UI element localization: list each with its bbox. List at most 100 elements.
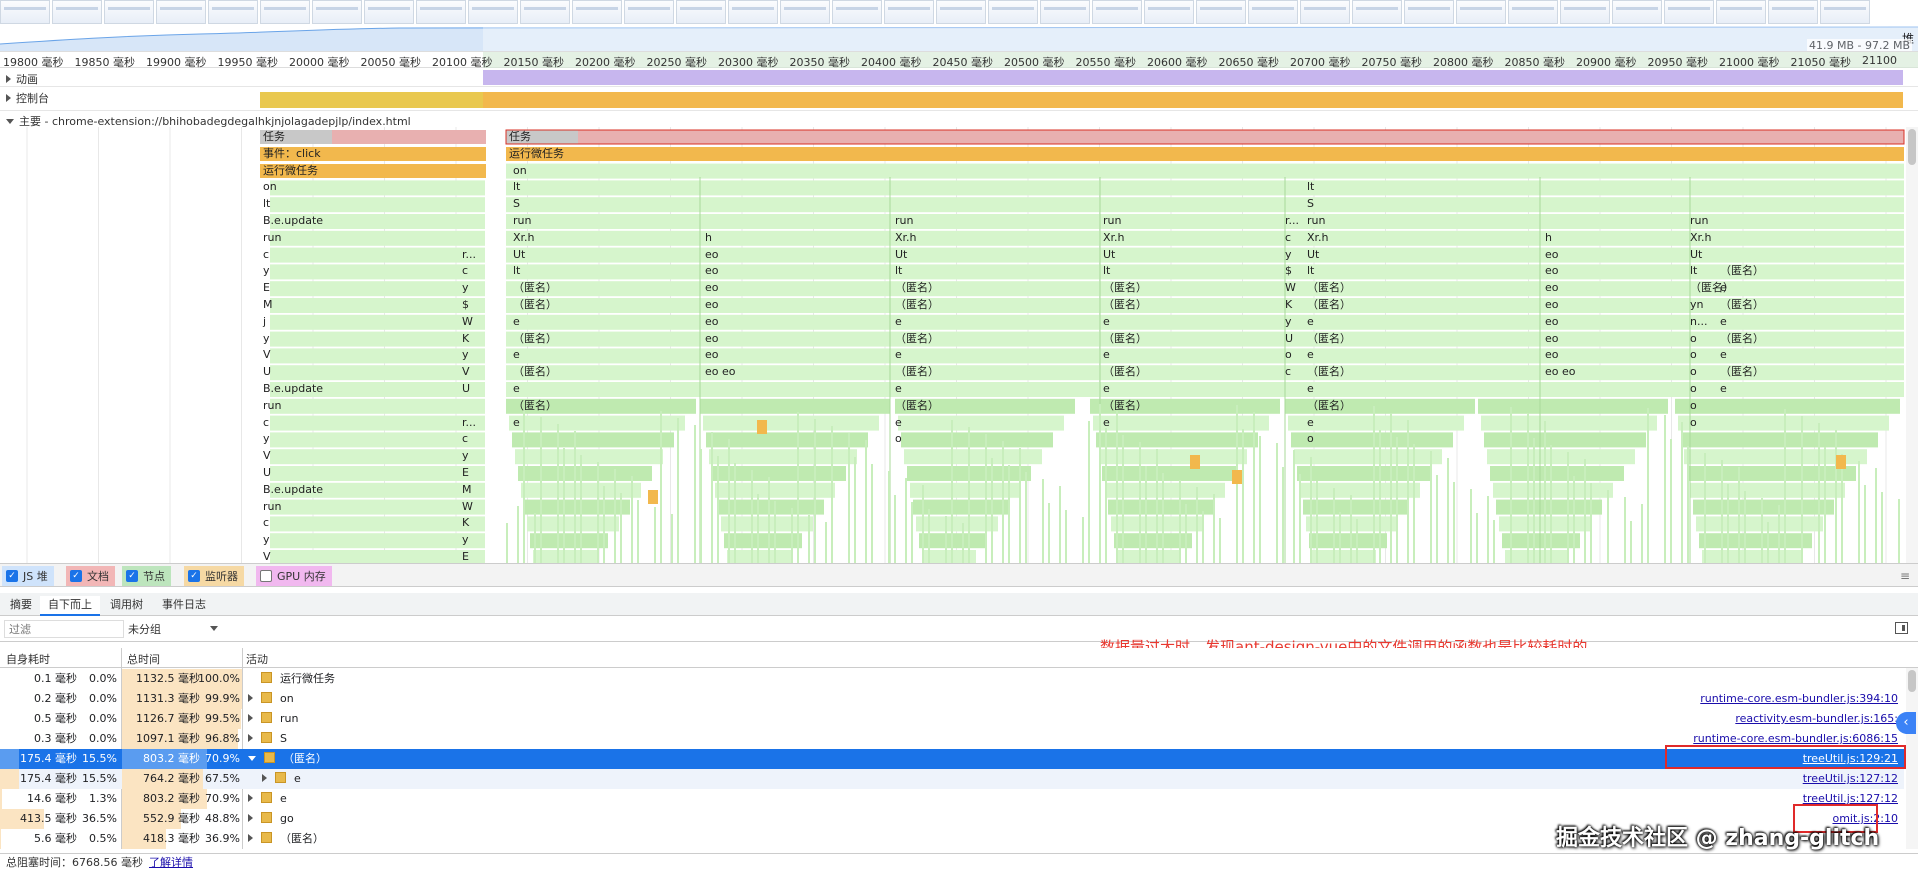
- table-row[interactable]: 14.6 毫秒 1.3% 803.2 毫秒 70.9% e treeUtil.js:127…: [0, 789, 1904, 809]
- expand-triangle-icon[interactable]: [248, 834, 253, 842]
- tab-2[interactable]: 调用树: [102, 596, 151, 616]
- expand-triangle-icon[interactable]: [248, 734, 253, 742]
- checkbox-4[interactable]: GPU 内存: [256, 566, 332, 586]
- screenshot-thumbnail[interactable]: [1196, 0, 1246, 24]
- checkbox-checked-icon[interactable]: ✓: [6, 570, 18, 582]
- flame-frame-label: eo eo: [1545, 365, 1576, 379]
- checkbox-0[interactable]: ✓ JS 堆: [2, 566, 54, 586]
- screenshot-thumbnail[interactable]: [832, 0, 882, 24]
- table-row[interactable]: 175.4 毫秒 15.5% 764.2 毫秒 67.5% e treeUtil.js:1…: [0, 769, 1904, 789]
- screenshot-thumbnail[interactable]: [1820, 0, 1870, 24]
- screenshot-thumbnail[interactable]: [1092, 0, 1142, 24]
- table-row[interactable]: 0.2 毫秒 0.0% 1131.3 毫秒 99.9% on runtime-core.e…: [0, 689, 1904, 709]
- screenshot-thumbnail[interactable]: [1456, 0, 1506, 24]
- sidebar-toggle-icon[interactable]: [1895, 622, 1908, 634]
- screenshot-thumbnail[interactable]: [572, 0, 622, 24]
- screenshot-thumbnail[interactable]: [520, 0, 570, 24]
- screenshot-thumbnail[interactable]: [1612, 0, 1662, 24]
- table-row[interactable]: 0.5 毫秒 0.0% 1126.7 毫秒 99.5% run reactivity.es…: [0, 709, 1904, 729]
- checkbox-checked-icon[interactable]: ✓: [126, 570, 138, 582]
- filter-bar: 未分组: [0, 616, 1918, 642]
- screenshot-thumbnail[interactable]: [468, 0, 518, 24]
- collapse-triangle-icon[interactable]: [248, 756, 256, 761]
- filter-input[interactable]: [4, 620, 124, 638]
- table-row[interactable]: 0.3 毫秒 0.0% 1097.1 毫秒 96.8% Sruntime-core.es…: [0, 729, 1904, 749]
- menu-icon[interactable]: ≡: [1900, 569, 1910, 583]
- header-self-time[interactable]: 自身耗时: [6, 651, 50, 667]
- screenshot-thumbnail[interactable]: [104, 0, 154, 24]
- screenshot-thumbnail[interactable]: [884, 0, 934, 24]
- flame-chart[interactable]: 任务 事件：click 运行微任务 on lt B.e.update run c y E Mj y V U…: [0, 127, 1918, 563]
- screenshot-thumbnail[interactable]: [1768, 0, 1818, 24]
- flame-frame-label: e: [1103, 415, 1110, 429]
- tab-3[interactable]: 事件日志: [154, 596, 214, 616]
- expand-triangle-icon[interactable]: [248, 714, 253, 722]
- screenshot-thumbnail[interactable]: [1300, 0, 1350, 24]
- flame-frame-label: e: [513, 415, 520, 429]
- header-activity[interactable]: 活动: [246, 651, 268, 667]
- total-time-cell: 552.9 毫秒 48.8%: [122, 809, 242, 829]
- checkbox-2[interactable]: ✓ 节点: [122, 566, 171, 586]
- screenshot-thumbnail[interactable]: [1144, 0, 1194, 24]
- screenshot-thumbnail[interactable]: [1040, 0, 1090, 24]
- flame-scrollbar[interactable]: [1906, 127, 1918, 563]
- track-animation[interactable]: 动画: [0, 68, 1918, 87]
- table-scrollbar[interactable]: [1906, 668, 1918, 849]
- checkbox-checked-icon[interactable]: ✓: [70, 570, 82, 582]
- screenshot-thumbnail[interactable]: [416, 0, 466, 24]
- expand-triangle-icon[interactable]: [248, 694, 253, 702]
- source-link[interactable]: runtime-core.esm-bundler.js:394:10: [1700, 689, 1898, 709]
- screenshot-thumbnail[interactable]: [676, 0, 726, 24]
- checkbox-3[interactable]: ✓ 监听器: [184, 566, 244, 586]
- screenshot-filmstrip[interactable]: [0, 0, 1918, 26]
- screenshot-thumbnail[interactable]: [728, 0, 778, 24]
- chevron-left-icon[interactable]: ‹: [1896, 712, 1916, 734]
- source-link[interactable]: reactivity.esm-bundler.js:165:: [1735, 709, 1898, 729]
- track-main[interactable]: 主要 - chrome-extension://bhihobadegdegalh…: [0, 111, 1918, 128]
- memory-checkbox-bar: ✓ JS 堆 ✓ 文档 ✓ 节点 ✓ 监听器 GPU 内存 ≡: [0, 563, 1918, 587]
- screenshot-thumbnail[interactable]: [1248, 0, 1298, 24]
- header-total-time[interactable]: 总时间: [127, 651, 160, 667]
- tab-0[interactable]: 摘要: [2, 596, 40, 616]
- track-console[interactable]: 控制台: [0, 87, 1918, 111]
- self-time-cell: 0.3 毫秒 0.0%: [0, 729, 121, 749]
- screenshot-thumbnail[interactable]: [260, 0, 310, 24]
- source-link[interactable]: treeUtil.js:127:12: [1803, 769, 1898, 789]
- flame-frame-label: eo: [705, 264, 719, 278]
- screenshot-thumbnail[interactable]: [1664, 0, 1714, 24]
- screenshot-thumbnail[interactable]: [1404, 0, 1454, 24]
- screenshot-thumbnail[interactable]: [780, 0, 830, 24]
- screenshot-thumbnail[interactable]: [208, 0, 258, 24]
- screenshot-thumbnail[interactable]: [936, 0, 986, 24]
- flame-frame-label: lt: [895, 264, 903, 278]
- table-row[interactable]: 175.4 毫秒 15.5% 803.2 毫秒 70.9% （匿名） treeUtil.j…: [0, 749, 1904, 769]
- screenshot-thumbnail[interactable]: [364, 0, 414, 24]
- screenshot-thumbnail[interactable]: [312, 0, 362, 24]
- activity-cell: （匿名）: [246, 749, 1546, 769]
- screenshot-thumbnail[interactable]: [0, 0, 50, 24]
- screenshot-thumbnail[interactable]: [1352, 0, 1402, 24]
- grouping-select[interactable]: 未分组: [128, 621, 222, 637]
- flame-frame-label: o: [1307, 432, 1314, 446]
- table-row[interactable]: 0.1 毫秒 0.0% 1132.5 毫秒 100.0% 运行微任务: [0, 669, 1904, 689]
- expand-triangle-icon[interactable]: [248, 794, 253, 802]
- screenshot-thumbnail[interactable]: [1508, 0, 1558, 24]
- screenshot-thumbnail[interactable]: [52, 0, 102, 24]
- screenshot-thumbnail[interactable]: [988, 0, 1038, 24]
- tab-1[interactable]: 自下而上: [40, 596, 100, 616]
- screenshot-thumbnail[interactable]: [1560, 0, 1610, 24]
- checkbox-checked-icon[interactable]: ✓: [188, 570, 200, 582]
- flame-frame-label: e: [513, 314, 520, 328]
- time-ruler[interactable]: 19800 毫秒 19850 毫秒 19900 毫秒 19950 毫秒 20000 毫秒…: [0, 52, 1918, 69]
- activity-cell: S: [246, 729, 1546, 749]
- screenshot-thumbnail[interactable]: [1716, 0, 1766, 24]
- overview-pane[interactable]: 堆 41.9 MB - 97.2 MB: [0, 0, 1918, 52]
- expand-triangle-icon[interactable]: [262, 774, 267, 782]
- learn-more-link[interactable]: 了解详情: [149, 856, 193, 869]
- checkbox-1[interactable]: ✓ 文档: [66, 566, 115, 586]
- expand-triangle-icon[interactable]: [248, 814, 253, 822]
- screenshot-thumbnail[interactable]: [624, 0, 674, 24]
- screenshot-thumbnail[interactable]: [156, 0, 206, 24]
- checkbox-unchecked-icon[interactable]: [260, 570, 272, 582]
- flame-frame-label: eo: [705, 348, 719, 362]
